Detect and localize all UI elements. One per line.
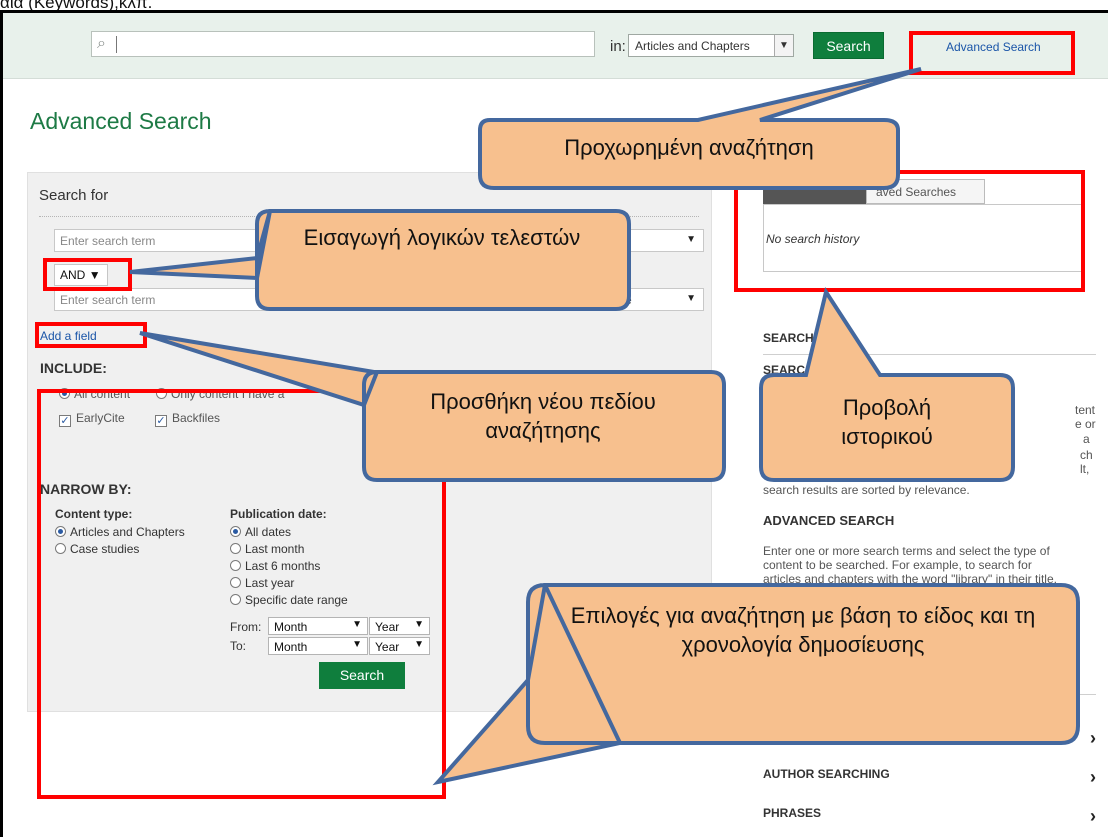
search-tips-heading: SEARCH: [763, 331, 814, 345]
include-heading: INCLUDE:: [40, 360, 107, 376]
section-divider: [39, 216, 699, 217]
search-subheading: SEARC: [763, 363, 806, 377]
in-label: in:: [610, 38, 626, 55]
operator-callout-text: Εισαγωγή λογικών τελεστών: [303, 225, 581, 250]
text-cursor: [116, 36, 117, 53]
search-scope-value: Articles and Chapters: [635, 39, 750, 53]
author-searching-item[interactable]: AUTHOR SEARCHING ›: [763, 767, 1096, 791]
narrow-by-highlight: [37, 389, 446, 799]
chevron-right-icon: ›: [1090, 728, 1096, 748]
author-searching-label: AUTHOR SEARCHING: [763, 767, 890, 781]
advanced-help-line-3: articles and chapters with the word "lib…: [763, 572, 1057, 586]
annotated-screenshot: αία (Keywords),κλπ. ⌕ in: Articles and C…: [0, 0, 1110, 837]
search-term-input-2[interactable]: Enter search term: [54, 288, 562, 311]
field-select-2[interactable]: e ▼: [562, 288, 704, 311]
chevron-down-icon: ▼: [686, 293, 696, 304]
tip-fragment-ch: ch: [1080, 448, 1093, 462]
chevron-down-icon: ▼: [686, 234, 696, 245]
field-select-1[interactable]: ▼: [630, 229, 704, 252]
help-divider: [763, 694, 1096, 695]
options-callout-text: Επιλογές για αναζήτηση με βάση το είδος …: [570, 603, 1036, 657]
search-icon: ⌕: [97, 35, 106, 52]
phrases-item[interactable]: PHRASES ›: [763, 806, 1096, 830]
tip-fragment-tent: tent: [1075, 403, 1096, 417]
sorting-tip-text: search results are sorted by relevance.: [763, 483, 970, 497]
advanced-link-highlight: [909, 31, 1075, 75]
advanced-callout-text: Προχωρημένη αναζήτηση: [564, 135, 814, 160]
dropdown-arrow-icon: ▼: [774, 35, 793, 56]
right-divider: [763, 354, 1096, 355]
tip-fragment-e-or: e or: [1075, 417, 1096, 431]
history-highlight: [734, 170, 1085, 292]
new-field-callout-text: Προσθήκη νέου πεδίου αναζήτησης: [430, 389, 656, 443]
chevron-right-icon: ›: [1090, 806, 1096, 826]
search-scope-select[interactable]: Articles and Chapters ▼: [628, 34, 794, 57]
quick-search-input[interactable]: ⌕: [91, 31, 595, 57]
advanced-help-line-2: content to be searched. For example, to …: [763, 558, 1032, 572]
hidden-help-item[interactable]: ›: [763, 728, 1096, 752]
field-select-2-value: e: [625, 293, 632, 307]
chevron-right-icon: ›: [1090, 767, 1096, 787]
advanced-search-help-heading: ADVANCED SEARCH: [763, 513, 895, 528]
operator-highlight: [43, 258, 132, 291]
phrases-label: PHRASES: [763, 806, 822, 820]
search-for-title: Search for: [39, 187, 109, 204]
page-title: Advanced Search: [30, 108, 212, 134]
tip-fragment-a: a: [1083, 432, 1090, 446]
tip-fragment-lt: lt,: [1080, 462, 1090, 476]
add-field-highlight: [35, 322, 147, 348]
top-search-button[interactable]: Search: [813, 32, 884, 59]
history-callout-text: Προβολή ιστορικού: [841, 395, 933, 449]
advanced-help-line-1: Enter one or more search terms and selec…: [763, 544, 1050, 558]
